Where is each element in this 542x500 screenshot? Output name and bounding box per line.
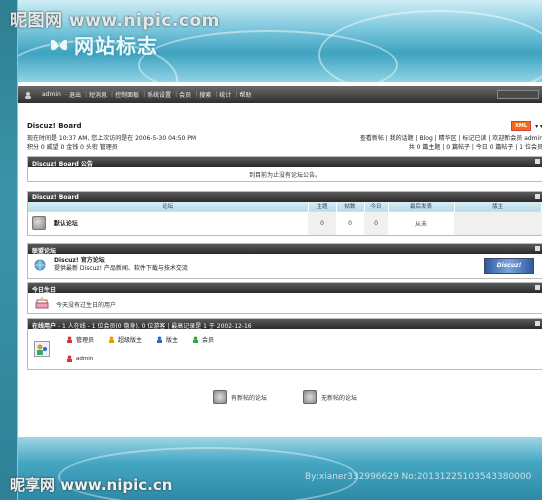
online-header: 在线用户 - 1 人在线 - 1 位会员(0 隐身), 0 位游客 | 最高记录… [28,319,542,330]
time-line: 现在时间是 10:37 AM, 您上次访问是在 2006-5-30 04:50 … [27,135,197,142]
forum-cell: 默认论坛 [28,210,308,235]
group-super-moderator: 超级版主 [118,336,143,344]
forum-status-icon [32,216,46,231]
legend-no-new-posts: 无新帖的论坛 [321,394,358,402]
notice-body: 到目前为止没有论坛公告。 [248,172,321,179]
butterfly-icon [50,38,68,51]
legend-new-posts: 有新帖的论坛 [230,394,267,402]
online-section: 在线用户 - 1 人在线 - 1 位会员(0 隐身), 0 位游客 | 最高记录… [27,318,542,370]
site-logo[interactable]: 网站标志 [48,30,158,59]
col-today: 今日 [364,202,389,211]
main-content: Discuz! Board XML ▾ ▾ 现在时间是 10:37 AM, 您上… [27,118,542,404]
league-section: 联盟论坛 Discuz! 官方论坛 提供最新 Discuz! 产品新闻、软件下载… [27,243,542,279]
forum-list-section: Discuz! Board 论坛 主题 帖数 今日 最后发表 版主 默认论坛 0… [27,191,542,236]
collapse-icon[interactable] [535,159,540,164]
col-forum: 论坛 [28,202,309,211]
new-posts-icon [212,390,227,404]
chevron-down-icon[interactable]: ▾ ▾ [535,123,542,130]
posts-cell: 0 [336,210,364,235]
online-user: admin [66,355,542,362]
forum-link[interactable]: 默认论坛 [54,221,78,228]
notice-header: Discuz! Board 公告 [28,157,542,168]
nav-item-logout[interactable]: 退出 [69,90,81,99]
board-stats: 共 0 篇主题 | 0 篇帖子 | 今日 0 篇帖子 | 1 位会员 [408,144,542,151]
group-admin: 管理员 [76,336,95,344]
admin-user-icon [67,355,72,362]
forum-table: 论坛 主题 帖数 今日 最后发表 版主 默认论坛 0 0 0 从未 [28,202,542,235]
col-moderator: 版主 [454,202,542,211]
globe-icon [34,259,46,271]
stats-row: 积分 0 威望 0 金钱 0 头衔 管理员 共 0 篇主题 | 0 篇帖子 | … [27,143,542,152]
collapse-icon[interactable] [535,246,540,251]
birthday-section: 今日生日 今天没有过生日的用户 [27,282,542,314]
online-user-link[interactable]: admin [76,356,93,362]
logo-text: 网站标志 [74,34,158,58]
admin-user-icon [67,336,72,343]
topics-cell: 0 [308,210,336,235]
league-body: Discuz! 官方论坛 提供最新 Discuz! 产品新闻、软件下载与技术交流… [28,254,542,278]
nav-item-search[interactable]: 搜索 [199,90,211,99]
nav-item-help[interactable]: 帮助 [239,90,251,99]
col-posts: 帖数 [336,202,365,211]
today-cell: 0 [364,210,388,235]
app-frame: 网站标志 admin - 退出 | 短消息 | 控制面板 | 系统设置 | 会员 | 搜索 |… [17,0,542,500]
nav-item-messages[interactable]: 短消息 [89,90,107,99]
rss-xml-button[interactable]: XML [511,121,532,131]
user-stats: 积分 0 威望 0 金钱 0 头衔 管理员 [27,144,118,151]
col-topics: 主题 [308,202,337,211]
group-legend: 管理员 超级版主 版主 会员 [66,333,542,345]
notice-section: Discuz! Board 公告 到目前为止没有论坛公告。 [27,156,542,182]
league-link[interactable]: Discuz! 官方论坛 [54,257,538,265]
watermark-id: By:xianer332996629 No:201312251035433800… [305,472,532,482]
nav-item-members[interactable]: 会员 [179,90,191,99]
league-description: 提供最新 Discuz! 产品新闻、软件下载与技术交流 [54,265,188,272]
moderator-cell [454,210,542,235]
member-user-icon [193,336,199,343]
users-group-icon [34,341,50,357]
user-icon [25,91,31,99]
league-logo[interactable]: Discuz! [484,258,534,274]
page-header: Discuz! Board XML ▾ ▾ [27,118,542,134]
collapse-icon[interactable] [535,194,540,199]
supermod-user-icon [109,336,115,343]
cake-icon [35,297,49,309]
collapse-icon[interactable] [535,285,540,290]
nav-item-settings[interactable]: 系统设置 [147,90,171,99]
last-post-cell: 从未 [388,210,454,235]
quick-links[interactable]: 查看新帖 | 我的话题 | Blog | 精华区 | 标记已读 | 欢迎新会员 … [360,134,542,143]
forum-list-header: Discuz! Board [28,192,542,202]
no-new-posts-icon [303,390,317,404]
group-member: 会员 [202,336,215,344]
col-last-post: 最后发表 [388,202,455,211]
nav-item-stats[interactable]: 统计 [219,90,231,99]
nav-item-admin[interactable]: admin [42,91,61,98]
watermark-top: 昵图网 www.nipic.com [10,11,220,31]
nav-item-control-panel[interactable]: 控制面板 [115,90,139,99]
collapse-icon[interactable] [535,321,540,326]
table-row: 默认论坛 0 0 0 从未 [28,210,542,235]
birthday-header: 今日生日 [28,283,542,294]
top-nav-bar: admin - 退出 | 短消息 | 控制面板 | 系统设置 | 会员 | 搜索 | 统计 | … [18,86,542,103]
league-header: 联盟论坛 [28,244,542,255]
icon-legend: 有新帖的论坛 无新帖的论坛 [27,390,542,404]
online-body: 管理员 超级版主 版主 会员 admin [28,329,542,369]
style-selector[interactable] [497,90,539,99]
birthday-body: 今天没有过生日的用户 [28,293,542,313]
moderator-user-icon [157,336,163,343]
user-info-row: 现在时间是 10:37 AM, 您上次访问是在 2006-5-30 04:50 … [27,134,542,143]
group-moderator: 版主 [166,336,179,344]
page-title: Discuz! Board [27,122,82,130]
